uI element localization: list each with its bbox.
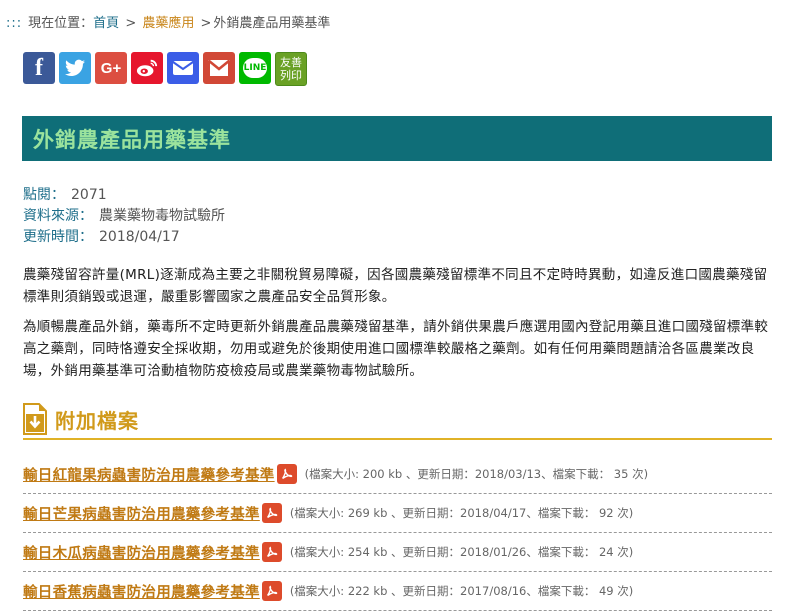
googleplus-icon: G+ xyxy=(100,59,122,77)
gmail-icon xyxy=(207,59,231,76)
attachment-info: (檔案大小: 200 kb 、更新日期：2018/03/13、檔案下載： 35 … xyxy=(304,467,649,481)
breadcrumb: ::: 現在位置：首頁 > 農藥應用 > 外銷農產品用藥基準 xyxy=(6,12,330,31)
breadcrumb-current: 外銷農產品用藥基準 xyxy=(213,16,331,31)
weibo-icon xyxy=(136,59,158,77)
breadcrumb-home-link[interactable]: 首頁 xyxy=(93,16,119,31)
gmail-share-button[interactable] xyxy=(203,52,235,84)
list-item: 輸日香蕉病蟲害防治用農藥參考基準 (檔案大小: 222 kb 、更新日期：201… xyxy=(23,572,772,611)
pdf-icon[interactable] xyxy=(261,542,282,562)
download-document-icon xyxy=(23,403,47,435)
source-value: 農業藥物毒物試驗所 xyxy=(99,208,225,224)
facebook-share-button[interactable]: f xyxy=(23,52,55,84)
attachment-info: (檔案大小: 222 kb 、更新日期：2017/08/16、檔案下載： 49 … xyxy=(289,584,634,598)
article-paragraph-2: 為順暢農產品外銷，藥毒所不定時更新外銷農產品農藥殘留基準，請外銷供果農戶應選用國… xyxy=(23,319,769,379)
updated-value: 2018/04/17 xyxy=(99,229,180,245)
attachment-link[interactable]: 輸日紅龍果病蟲害防治用農藥參考基準 xyxy=(23,464,275,485)
line-share-button[interactable]: LINE xyxy=(239,52,271,84)
breadcrumb-prefix: 現在位置： xyxy=(28,16,94,31)
attachment-info: (檔案大小: 269 kb 、更新日期：2018/04/17、檔案下載： 92 … xyxy=(289,506,634,520)
accesskey-anchor[interactable]: ::: xyxy=(6,16,22,31)
meta-source: 資料來源： 農業藥物毒物試驗所 xyxy=(23,206,225,227)
attachments-header: 附加檔案 xyxy=(23,400,772,440)
attachments-title: 附加檔案 xyxy=(55,408,139,433)
attachment-link[interactable]: 輸日香蕉病蟲害防治用農藥參考基準 xyxy=(23,581,260,602)
article-paragraph-1: 農藥殘留容許量(MRL)逐漸成為主要之非關稅貿易障礙，因各國農藥殘留標準不同且不… xyxy=(23,267,768,305)
attachment-link[interactable]: 輸日木瓜病蟲害防治用農藥參考基準 xyxy=(23,542,260,563)
twitter-share-button[interactable] xyxy=(59,52,91,84)
pdf-icon[interactable] xyxy=(261,503,282,523)
twitter-icon xyxy=(65,59,85,76)
line-icon: LINE xyxy=(243,58,267,78)
line-label: LINE xyxy=(243,63,267,73)
pdf-icon[interactable] xyxy=(261,581,282,601)
source-label: 資料來源： xyxy=(23,208,93,224)
list-item: 輸日芒果病蟲害防治用農藥參考基準 (檔案大小: 269 kb 、更新日期：201… xyxy=(23,494,772,533)
envelope-icon xyxy=(172,61,194,75)
updated-label: 更新時間： xyxy=(23,229,93,245)
googleplus-share-button[interactable]: G+ xyxy=(95,52,127,84)
print-label-line2: 列印 xyxy=(280,69,302,82)
pdf-icon[interactable] xyxy=(276,464,297,484)
breadcrumb-separator: > xyxy=(125,16,137,31)
facebook-icon: f xyxy=(35,54,43,81)
views-count: 2071 xyxy=(71,187,107,203)
share-toolbar: f G+ LINE 友善 列印 xyxy=(23,52,307,86)
breadcrumb-category-link[interactable]: 農藥應用 xyxy=(142,16,194,31)
attachment-link[interactable]: 輸日芒果病蟲害防治用農藥參考基準 xyxy=(23,503,260,524)
views-label: 點閱： xyxy=(23,187,65,203)
list-item: 輸日木瓜病蟲害防治用農藥參考基準 (檔案大小: 254 kb 、更新日期：201… xyxy=(23,533,772,572)
email-share-button[interactable] xyxy=(167,52,199,84)
attachment-info: (檔案大小: 254 kb 、更新日期：2018/01/26、檔案下載： 24 … xyxy=(289,545,634,559)
weibo-share-button[interactable] xyxy=(131,52,163,84)
print-friendly-button[interactable]: 友善 列印 xyxy=(275,52,307,86)
print-label-line1: 友善 xyxy=(280,56,302,69)
list-item: 輸日紅龍果病蟲害防治用農藥參考基準 (檔案大小: 200 kb 、更新日期：20… xyxy=(23,455,772,494)
meta-updated: 更新時間： 2018/04/17 xyxy=(23,227,225,248)
article-meta: 點閱： 2071 資料來源： 農業藥物毒物試驗所 更新時間： 2018/04/17 xyxy=(23,185,225,248)
attachment-list: 輸日紅龍果病蟲害防治用農藥參考基準 (檔案大小: 200 kb 、更新日期：20… xyxy=(23,455,772,611)
meta-views: 點閱： 2071 xyxy=(23,185,225,206)
page-title-bar: 外銷農產品用藥基準 xyxy=(22,116,772,161)
breadcrumb-separator: > xyxy=(200,16,212,31)
page-title: 外銷農產品用藥基準 xyxy=(33,127,231,152)
